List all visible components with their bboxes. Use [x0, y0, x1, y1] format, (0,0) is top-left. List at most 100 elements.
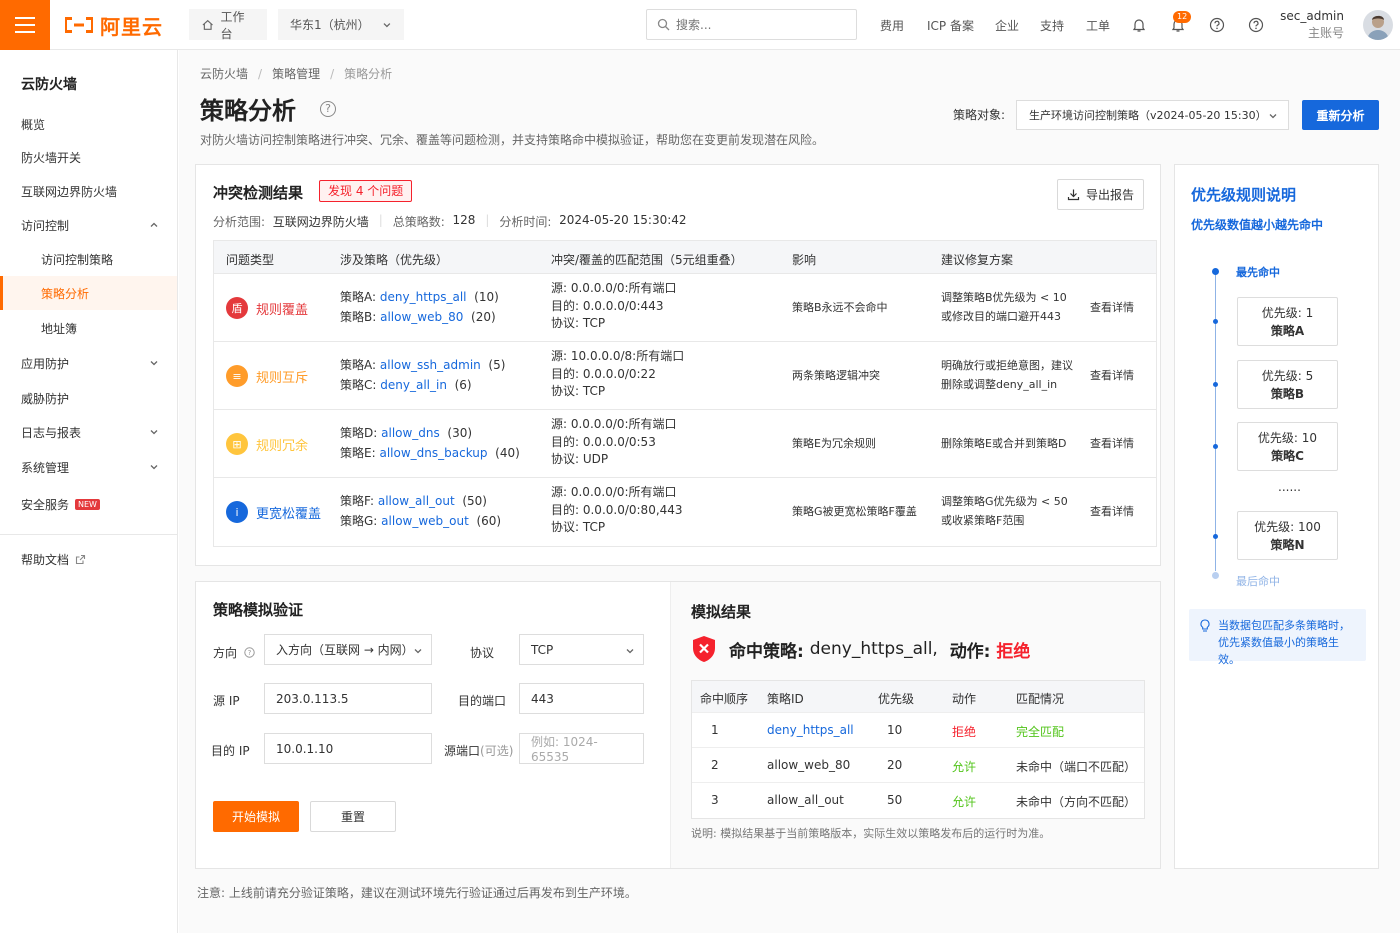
meta-total: 128 [452, 213, 476, 227]
hit-order: 1 [711, 723, 719, 737]
start-simulation-button[interactable]: 开始模拟 [213, 801, 299, 832]
reanalyze-button[interactable]: 重新分析 [1302, 100, 1379, 130]
priority-subtitle: 优先级数值越小越先命中 [1191, 218, 1324, 232]
avatar[interactable] [1363, 10, 1393, 40]
table-row: ⊞ 规则冗余 策略D: allow_dns (30) 策略E: allow_dns_b… [214, 410, 1156, 478]
chevron-down-icon [1269, 114, 1277, 119]
policy-link[interactable]: allow_all_out [378, 494, 455, 508]
menu-icon[interactable] [0, 0, 50, 50]
fix-line: 或修改目的端口避开443 [941, 310, 1061, 323]
direction-select[interactable]: 入方向（互联网 → 内网） [264, 634, 432, 665]
shield-deny-icon [693, 636, 715, 662]
fix-line: 删除或调整deny_all_in [941, 378, 1058, 391]
target-select[interactable]: 生产环境访问控制策略（v2024-05-20 15:30） [1016, 100, 1289, 130]
view-detail-link[interactable]: 查看详情 [1090, 502, 1134, 521]
user-info[interactable]: sec_admin 主账号 [1270, 8, 1344, 42]
policy-id: allow_all_out [767, 793, 844, 807]
region-selector[interactable]: 华东1（杭州） [278, 9, 404, 40]
sidebar-item-internet-firewall[interactable]: 互联网边界防火墙 [0, 174, 177, 208]
sidebar-item-app-protection[interactable]: 应用防护 [0, 346, 177, 380]
match-dst: 目的: 0.0.0.0/0:22 [551, 366, 656, 381]
priority-title: 优先级规则说明 [1191, 186, 1297, 204]
fix-line: 删除策略E或合并到策略D [941, 437, 1067, 450]
issue-count-tag: 发现 4 个问题 [319, 180, 413, 202]
column-header: 优先级 [878, 692, 915, 706]
table-row: i 更宽松覆盖 策略F: allow_all_out (50) 策略G: allow_… [214, 478, 1156, 546]
policy-link[interactable]: deny_all_in [380, 378, 447, 392]
column-header: 建议修复方案 [941, 253, 1014, 267]
sidebar-item-firewall-switch[interactable]: 防火墙开关 [0, 140, 177, 174]
top-nav-ticket[interactable]: 工单 [1086, 0, 1110, 50]
match-dst: 目的: 0.0.0.0/0:443 [551, 298, 664, 313]
breadcrumb-item[interactable]: 云防火墙 [200, 67, 248, 81]
policy-label: 策略A: [340, 358, 377, 372]
match-src: 源: 0.0.0.0/0:所有端口 [551, 485, 677, 499]
sidebar-item-label: 威胁防护 [21, 391, 70, 406]
sidebar-item-logs-reports[interactable]: 日志与报表 [0, 415, 177, 449]
policy-link[interactable]: allow_ssh_admin [380, 358, 481, 372]
workbench-button[interactable]: 工作台 [189, 9, 267, 41]
search-input[interactable] [676, 17, 826, 32]
sidebar-item-access-control[interactable]: 访问控制 [0, 208, 177, 242]
question-icon[interactable] [1246, 15, 1266, 35]
policy-link[interactable]: allow_web_out [381, 514, 469, 528]
column-header: 策略ID [767, 692, 804, 706]
view-detail-link[interactable]: 查看详情 [1090, 434, 1134, 453]
policy-link[interactable]: deny_https_all [380, 290, 467, 304]
match-proto: 协议: TCP [551, 384, 606, 398]
view-detail-link[interactable]: 查看详情 [1090, 298, 1134, 317]
match-src: 源: 0.0.0.0/0:所有端口 [551, 417, 677, 431]
help-circle-icon[interactable]: ? [244, 647, 255, 658]
table-row: 3 allow_all_out 50 允许 未命中（方向不匹配） [692, 783, 1144, 818]
dst-ip-input[interactable]: 10.0.1.10 [264, 733, 432, 764]
last-hit-label: 最后命中 [1236, 575, 1280, 588]
src-port-input[interactable]: 例如: 1024-65535 [519, 733, 644, 764]
policy-link[interactable]: allow_web_80 [380, 310, 463, 324]
sidebar-item-threat-protection[interactable]: 威胁防护 [0, 381, 177, 415]
policy-link[interactable]: allow_dns [381, 426, 440, 440]
top-nav-support[interactable]: 支持 [1040, 0, 1064, 50]
help-circle-icon[interactable]: ? [320, 101, 336, 117]
dst-port-input[interactable]: 443 [519, 683, 644, 714]
match-status: 未命中（方向不匹配） [1016, 795, 1137, 809]
sidebar-item-system-management[interactable]: 系统管理 [0, 450, 177, 484]
reset-button[interactable]: 重置 [310, 801, 396, 832]
priority-policy: 策略A [1270, 324, 1305, 338]
policy-link[interactable]: allow_dns_backup [379, 446, 487, 460]
breadcrumb-item[interactable]: 策略管理 [272, 67, 320, 81]
sidebar-item-address-book[interactable]: 地址簿 [0, 311, 177, 345]
notification-badge: 12 [1173, 11, 1192, 23]
aliyun-logo[interactable]: 阿里云 [62, 11, 163, 39]
fix-line: 调整策略G优先级为 < 50 [941, 495, 1068, 508]
sidebar-item-access-policy[interactable]: 访问控制策略 [0, 242, 177, 276]
meta-time-label: 分析时间: [499, 215, 552, 229]
export-report-button[interactable]: 导出报告 [1057, 179, 1144, 210]
search-box[interactable] [646, 9, 857, 40]
simulation-form: 策略模拟验证 方向 ? 入方向（互联网 → 内网） 协议 TCP 源 IP 20… [196, 582, 668, 868]
view-detail-link[interactable]: 查看详情 [1090, 366, 1134, 385]
impact: 两条策略逻辑冲突 [792, 369, 880, 382]
top-nav-fee[interactable]: 费用 [880, 0, 904, 50]
policy-action: 拒绝 [952, 725, 977, 739]
top-nav-icp[interactable]: ICP 备案 [927, 0, 974, 50]
result-table: 命中顺序 策略ID 优先级 动作 匹配情况 1 deny_https_all 10 拒… [691, 680, 1145, 819]
sidebar-item-help-docs[interactable]: 帮助文档 [0, 542, 177, 576]
top-nav-enterprise[interactable]: 企业 [995, 0, 1019, 50]
src-ip-input[interactable]: 203.0.113.5 [264, 683, 432, 714]
fix-line: 调整策略B优先级为 < 10 [941, 291, 1067, 304]
policy-priority: (60) [476, 514, 502, 528]
sidebar-item-security-service[interactable]: 安全服务 NEW [0, 487, 177, 521]
dst-port-label: 目的端口 [458, 694, 507, 708]
bell-icon[interactable] [1129, 15, 1149, 35]
column-header: 涉及策略（优先级） [340, 253, 449, 267]
protocol-select[interactable]: TCP [519, 634, 644, 665]
sidebar-item-overview[interactable]: 概览 [0, 107, 177, 141]
policy-priority: (5) [488, 358, 506, 372]
src-port-label-text: 源端口 [444, 744, 481, 758]
impact: 策略B永远不会命中 [792, 301, 888, 314]
help-icon[interactable] [1207, 15, 1227, 35]
sidebar-item-policy-analysis[interactable]: 策略分析 [0, 276, 177, 310]
policy-id[interactable]: deny_https_all [767, 723, 854, 737]
conflict-card: 冲突检测结果 发现 4 个问题 导出报告 分析范围: 互联网边界防火墙 | 总策… [195, 164, 1161, 566]
action-prefix: 动作: [949, 641, 991, 662]
